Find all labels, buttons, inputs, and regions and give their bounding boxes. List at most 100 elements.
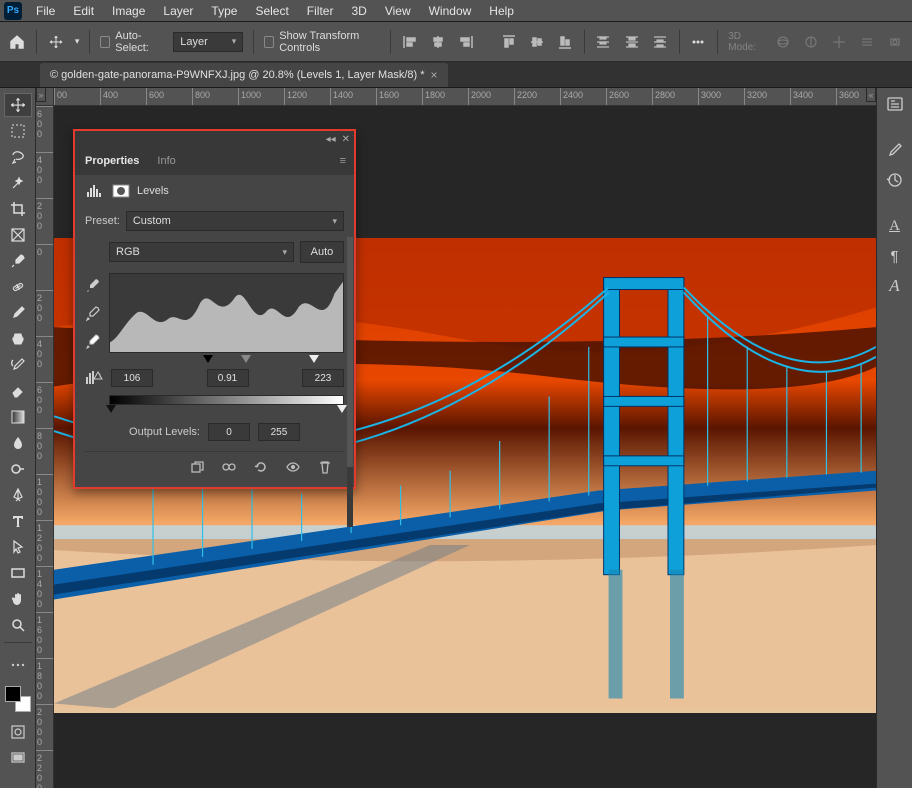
show-transform-checkbox[interactable]: Show Transform Controls <box>264 30 380 54</box>
healing-brush-tool[interactable] <box>4 275 32 299</box>
black-point-eyedropper-icon[interactable] <box>85 277 101 293</box>
3d-slide-icon <box>858 31 876 53</box>
menu-image[interactable]: Image <box>104 2 153 20</box>
close-panel-icon[interactable]: ✕ <box>342 134 350 145</box>
menu-3d[interactable]: 3D <box>343 2 374 20</box>
eyedropper-tool[interactable] <box>4 249 32 273</box>
auto-select-label: Auto-Select: <box>115 30 163 54</box>
menu-view[interactable]: View <box>377 2 419 20</box>
separator <box>390 30 391 54</box>
menu-layer[interactable]: Layer <box>155 2 201 20</box>
character-panel-icon[interactable]: A <box>883 214 907 238</box>
align-bottom-icon[interactable] <box>556 31 574 53</box>
menu-type[interactable]: Type <box>203 2 245 20</box>
document-tab-bar: © golden-gate-panorama-P9WNFXJ.jpg @ 20.… <box>0 62 912 88</box>
panel-scrollbar[interactable] <box>347 237 353 527</box>
auto-select-target[interactable]: Layer▾ <box>173 32 243 52</box>
tab-info[interactable]: Info <box>155 149 177 173</box>
pen-tool[interactable] <box>4 483 32 507</box>
marquee-tool[interactable] <box>4 119 32 143</box>
screen-mode-icon[interactable] <box>4 746 32 770</box>
view-previous-icon[interactable] <box>220 458 238 476</box>
gradient-tool[interactable] <box>4 405 32 429</box>
edit-toolbar-icon[interactable] <box>4 653 32 677</box>
expand-right-icon[interactable]: « <box>866 88 876 102</box>
clip-to-layer-icon[interactable] <box>188 458 206 476</box>
output-high-input[interactable] <box>258 423 300 441</box>
shadow-input[interactable] <box>111 369 153 387</box>
learn-panel-icon[interactable] <box>883 92 907 116</box>
frame-tool[interactable] <box>4 223 32 247</box>
paragraph-panel-icon[interactable]: ¶ <box>883 244 907 268</box>
align-left-icon[interactable] <box>401 31 419 53</box>
align-right-icon[interactable] <box>457 31 475 53</box>
brush-tool[interactable] <box>4 301 32 325</box>
output-levels-slider[interactable] <box>109 395 344 405</box>
zoom-tool[interactable] <box>4 613 32 637</box>
reset-icon[interactable] <box>252 458 270 476</box>
3d-mode-label: 3D Mode: <box>728 31 764 53</box>
document-tab[interactable]: © golden-gate-panorama-P9WNFXJ.jpg @ 20.… <box>40 63 448 87</box>
menu-select[interactable]: Select <box>247 2 296 20</box>
menu-window[interactable]: Window <box>421 2 480 20</box>
move-tool-icon[interactable] <box>47 31 65 53</box>
3d-roll-icon <box>802 31 820 53</box>
rectangle-tool[interactable] <box>4 561 32 585</box>
tab-properties[interactable]: Properties <box>83 149 141 173</box>
move-tool[interactable] <box>4 93 32 117</box>
align-hcenter-icon[interactable] <box>429 31 447 53</box>
menu-file[interactable]: File <box>28 2 63 20</box>
color-swatch[interactable] <box>5 686 31 712</box>
type-tool[interactable] <box>4 509 32 533</box>
clipping-warning-icon[interactable]: ! <box>85 371 105 385</box>
crop-tool[interactable] <box>4 197 32 221</box>
auto-select-checkbox[interactable]: Auto-Select: <box>100 30 163 54</box>
distribute-vcenter-icon[interactable] <box>623 31 641 53</box>
delete-adjustment-icon[interactable] <box>316 458 334 476</box>
glyphs-panel-icon[interactable]: A <box>883 274 907 298</box>
panel-menu-icon[interactable]: ≡ <box>340 155 346 167</box>
show-transform-label: Show Transform Controls <box>279 30 380 54</box>
home-button[interactable] <box>8 31 26 53</box>
levels-histogram-icon <box>85 183 105 199</box>
history-panel-icon[interactable] <box>883 168 907 192</box>
app-logo: Ps <box>4 2 22 20</box>
menu-help[interactable]: Help <box>481 2 522 20</box>
gray-point-eyedropper-icon[interactable] <box>85 305 101 321</box>
output-low-input[interactable] <box>208 423 250 441</box>
blur-tool[interactable] <box>4 431 32 455</box>
hand-tool[interactable] <box>4 587 32 611</box>
align-vcenter-icon[interactable] <box>528 31 546 53</box>
highlight-input[interactable] <box>302 369 344 387</box>
collapse-panel-icon[interactable]: ◂◂ <box>326 134 336 145</box>
more-options-icon[interactable] <box>689 31 707 53</box>
quick-mask-icon[interactable] <box>4 720 32 744</box>
history-brush-tool[interactable] <box>4 353 32 377</box>
distribute-bottom-icon[interactable] <box>651 31 669 53</box>
histogram[interactable] <box>109 273 344 353</box>
vertical-ruler[interactable]: 6004002000200400600800100012001400160018… <box>36 106 54 788</box>
white-point-eyedropper-icon[interactable] <box>85 333 101 349</box>
horizontal-ruler[interactable]: 0040060080010001200140016001800200022002… <box>54 88 876 106</box>
separator <box>89 30 90 54</box>
brush-settings-panel-icon[interactable] <box>883 138 907 162</box>
expand-left-icon[interactable]: » <box>36 88 46 102</box>
magic-wand-tool[interactable] <box>4 171 32 195</box>
path-selection-tool[interactable] <box>4 535 32 559</box>
midtone-input[interactable] <box>207 369 249 387</box>
workspace: » « 004006008001000120014001600180020002… <box>0 88 912 788</box>
close-tab-icon[interactable]: × <box>431 68 438 82</box>
menu-edit[interactable]: Edit <box>65 2 102 20</box>
align-top-icon[interactable] <box>500 31 518 53</box>
dodge-tool[interactable] <box>4 457 32 481</box>
channel-select[interactable]: RGB▾ <box>109 242 294 262</box>
lasso-tool[interactable] <box>4 145 32 169</box>
distribute-top-icon[interactable] <box>594 31 612 53</box>
menu-filter[interactable]: Filter <box>299 2 342 20</box>
preset-select[interactable]: Custom▾ <box>126 211 344 231</box>
toggle-visibility-icon[interactable] <box>284 458 302 476</box>
auto-button[interactable]: Auto <box>300 241 344 263</box>
clone-stamp-tool[interactable] <box>4 327 32 351</box>
eraser-tool[interactable] <box>4 379 32 403</box>
input-levels-slider[interactable] <box>109 355 344 365</box>
